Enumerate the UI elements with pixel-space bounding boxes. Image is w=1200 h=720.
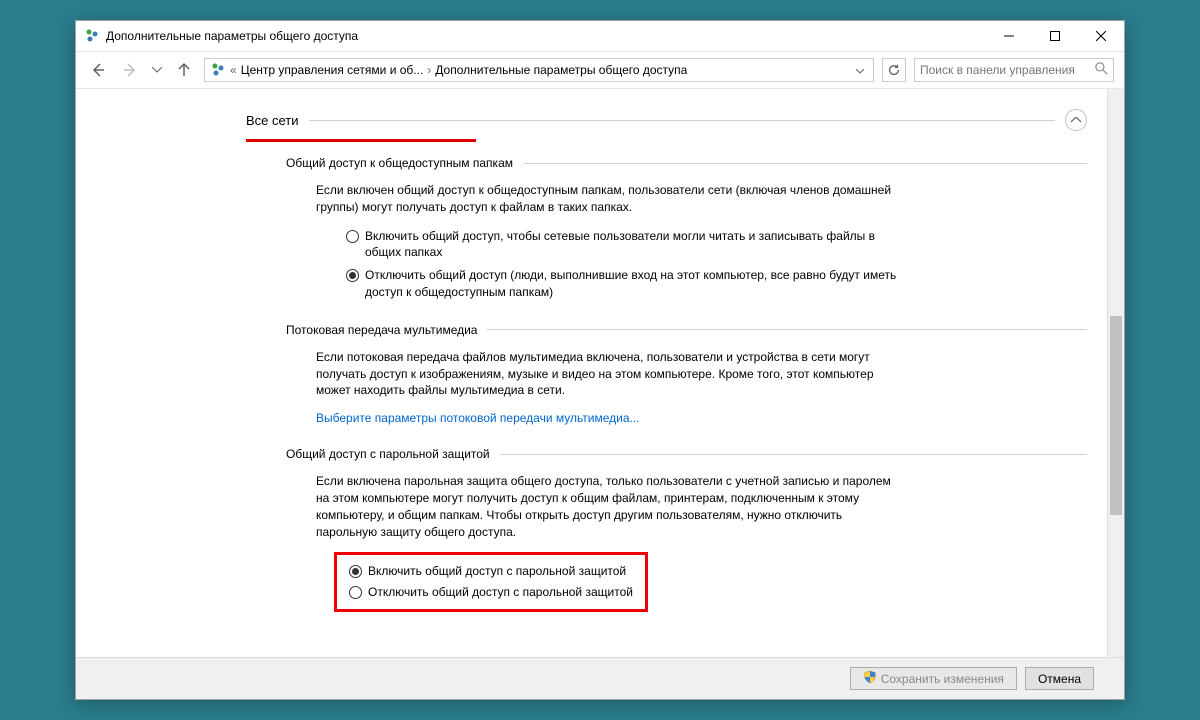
- content-area: Все сети Общий доступ к общедоступным па…: [76, 89, 1124, 657]
- radio-group-public-folders: Включить общий доступ, чтобы сетевые пол…: [346, 228, 906, 301]
- breadcrumb-item-2[interactable]: Дополнительные параметры общего доступа: [435, 63, 687, 77]
- radio-enable-public[interactable]: Включить общий доступ, чтобы сетевые пол…: [346, 228, 906, 262]
- maximize-button[interactable]: [1032, 21, 1078, 51]
- radio-label: Отключить общий доступ с парольной защит…: [368, 584, 633, 601]
- divider: [500, 454, 1087, 455]
- collapse-button[interactable]: [1065, 109, 1087, 131]
- section-title: Общий доступ к общедоступным папкам: [286, 156, 513, 170]
- section-description: Если включен общий доступ к общедоступны…: [316, 182, 896, 216]
- section-description: Если включена парольная защита общего до…: [316, 473, 896, 540]
- radio-icon: [349, 565, 362, 578]
- radio-icon: [346, 269, 359, 282]
- recent-dropdown[interactable]: [150, 58, 164, 82]
- cancel-label: Отмена: [1038, 672, 1081, 686]
- window: Дополнительные параметры общего доступа: [75, 20, 1125, 700]
- highlight-box: Включить общий доступ с парольной защито…: [334, 552, 648, 612]
- media-options-link[interactable]: Выберите параметры потоковой передачи му…: [316, 411, 1087, 425]
- save-button[interactable]: Сохранить изменения: [850, 667, 1017, 690]
- up-button[interactable]: [172, 58, 196, 82]
- breadcrumb-separator: «: [230, 63, 237, 77]
- footer: Сохранить изменения Отмена: [76, 657, 1124, 699]
- search-box[interactable]: [914, 58, 1114, 82]
- titlebar: Дополнительные параметры общего доступа: [76, 21, 1124, 51]
- radio-label: Включить общий доступ, чтобы сетевые пол…: [365, 228, 906, 262]
- save-label: Сохранить изменения: [881, 672, 1004, 686]
- group-title: Все сети: [246, 113, 299, 128]
- section-title: Потоковая передача мультимедиа: [286, 323, 477, 337]
- cancel-button[interactable]: Отмена: [1025, 667, 1094, 690]
- divider: [487, 329, 1087, 330]
- shield-icon: [863, 670, 877, 687]
- radio-label: Включить общий доступ с парольной защито…: [368, 563, 626, 580]
- section-media-streaming: Потоковая передача мультимедиа Если пото…: [286, 323, 1087, 425]
- minimize-button[interactable]: [986, 21, 1032, 51]
- back-button[interactable]: [86, 58, 110, 82]
- breadcrumb-chevron-icon: ›: [427, 63, 431, 77]
- radio-label: Отключить общий доступ (люди, выполнивши…: [365, 267, 906, 301]
- divider: [309, 120, 1055, 121]
- window-controls: [986, 21, 1124, 51]
- forward-button[interactable]: [118, 58, 142, 82]
- app-icon: [84, 28, 100, 44]
- radio-enable-password[interactable]: Включить общий доступ с парольной защито…: [349, 563, 633, 580]
- section-password-protection: Общий доступ с парольной защитой Если вк…: [286, 447, 1087, 612]
- scrollbar-thumb[interactable]: [1110, 316, 1122, 515]
- breadcrumb-item-1[interactable]: Центр управления сетями и об...: [241, 63, 424, 77]
- section-description: Если потоковая передача файлов мультимед…: [316, 349, 896, 399]
- section-public-folders: Общий доступ к общедоступным папкам Если…: [286, 156, 1087, 301]
- radio-icon: [346, 230, 359, 243]
- addressbar[interactable]: « Центр управления сетями и об... › Допо…: [204, 58, 874, 82]
- addressbar-icon: [210, 62, 226, 78]
- scrollbar[interactable]: [1107, 89, 1124, 657]
- group-header-row: Все сети: [246, 109, 1087, 131]
- close-button[interactable]: [1078, 21, 1124, 51]
- radio-disable-public[interactable]: Отключить общий доступ (люди, выполнивши…: [346, 267, 906, 301]
- divider: [523, 163, 1087, 164]
- section-title: Общий доступ с парольной защитой: [286, 447, 490, 461]
- navbar: « Центр управления сетями и об... › Допо…: [76, 51, 1124, 89]
- radio-disable-password[interactable]: Отключить общий доступ с парольной защит…: [349, 584, 633, 601]
- refresh-button[interactable]: [882, 58, 906, 82]
- window-title: Дополнительные параметры общего доступа: [106, 29, 986, 43]
- search-input[interactable]: [920, 63, 1095, 77]
- radio-icon: [349, 586, 362, 599]
- addressbar-dropdown[interactable]: [852, 63, 868, 77]
- content-panel: Все сети Общий доступ к общедоступным па…: [76, 89, 1107, 657]
- search-icon: [1095, 62, 1108, 78]
- highlight-underline: [246, 139, 476, 142]
